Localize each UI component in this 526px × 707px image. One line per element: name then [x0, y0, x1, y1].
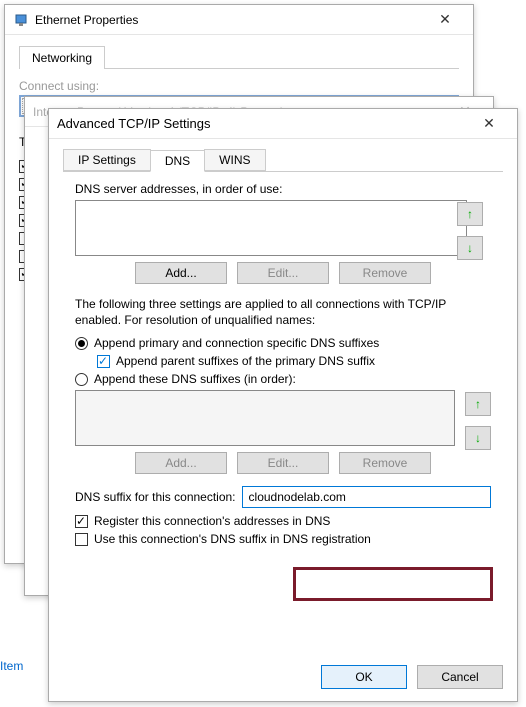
- dns-suffix-label: DNS suffix for this connection:: [75, 490, 236, 504]
- tab-networking[interactable]: Networking: [19, 46, 105, 69]
- suffix-move-down-button: ↓: [465, 426, 491, 450]
- dns-servers-listbox[interactable]: [75, 200, 467, 256]
- network-adapter-icon: [13, 12, 29, 28]
- ethernet-titlebar: Ethernet Properties ✕: [5, 5, 473, 35]
- tab-wins[interactable]: WINS: [204, 149, 265, 171]
- checkbox-use-suffix-label: Use this connection's DNS suffix in DNS …: [94, 532, 371, 546]
- checkbox-icon: [97, 355, 110, 368]
- advanced-title: Advanced TCP/IP Settings: [57, 116, 469, 131]
- ethernet-title: Ethernet Properties: [35, 13, 425, 27]
- advanced-titlebar: Advanced TCP/IP Settings ✕: [49, 109, 517, 139]
- dns-edit-button[interactable]: Edit...: [237, 262, 329, 284]
- radio-append-primary-label: Append primary and connection specific D…: [94, 336, 379, 350]
- suffix-edit-button: Edit...: [237, 452, 329, 474]
- dns-add-button[interactable]: Add...: [135, 262, 227, 284]
- close-icon[interactable]: ✕: [469, 115, 509, 132]
- suffix-add-button: Add...: [135, 452, 227, 474]
- arrow-down-icon: ↓: [467, 241, 473, 255]
- radio-icon: [75, 373, 88, 386]
- arrow-down-icon: ↓: [475, 431, 481, 445]
- ok-button[interactable]: OK: [321, 665, 407, 689]
- dns-servers-label: DNS server addresses, in order of use:: [75, 182, 501, 196]
- radio-append-primary[interactable]: Append primary and connection specific D…: [75, 336, 491, 350]
- checkbox-append-parent-label: Append parent suffixes of the primary DN…: [116, 354, 375, 368]
- checkbox-icon: [75, 533, 88, 546]
- annotation-highlight: [293, 567, 493, 601]
- checkbox-append-parent[interactable]: Append parent suffixes of the primary DN…: [97, 354, 491, 368]
- advanced-tabstrip: IP Settings DNS WINS: [63, 149, 503, 172]
- move-up-button[interactable]: ↑: [457, 202, 483, 226]
- dns-suffix-input[interactable]: [242, 486, 491, 508]
- suffix-remove-button: Remove: [339, 452, 431, 474]
- cancel-button[interactable]: Cancel: [417, 665, 503, 689]
- checkbox-register-dns-label: Register this connection's addresses in …: [94, 514, 330, 528]
- close-icon[interactable]: ✕: [425, 11, 465, 28]
- radio-append-these-label: Append these DNS suffixes (in order):: [94, 372, 296, 386]
- radio-icon: [75, 337, 88, 350]
- tab-ip-settings[interactable]: IP Settings: [63, 149, 151, 171]
- advanced-tcpip-window: Advanced TCP/IP Settings ✕ IP Settings D…: [48, 108, 518, 702]
- radio-append-these[interactable]: Append these DNS suffixes (in order):: [75, 372, 491, 386]
- connect-using-label: Connect using:: [19, 79, 459, 93]
- side-label: Item: [0, 659, 23, 673]
- suffix-info-label: The following three settings are applied…: [75, 296, 491, 328]
- move-down-button[interactable]: ↓: [457, 236, 483, 260]
- ethernet-tabstrip: Networking: [19, 45, 459, 69]
- tab-dns[interactable]: DNS: [150, 150, 205, 172]
- arrow-up-icon: ↑: [475, 397, 481, 411]
- checkbox-use-suffix[interactable]: Use this connection's DNS suffix in DNS …: [75, 532, 491, 546]
- suffix-move-up-button: ↑: [465, 392, 491, 416]
- dns-suffixes-listbox: [75, 390, 455, 446]
- checkbox-register-dns[interactable]: Register this connection's addresses in …: [75, 514, 491, 528]
- arrow-up-icon: ↑: [467, 207, 473, 221]
- checkbox-icon: [75, 515, 88, 528]
- dns-remove-button[interactable]: Remove: [339, 262, 431, 284]
